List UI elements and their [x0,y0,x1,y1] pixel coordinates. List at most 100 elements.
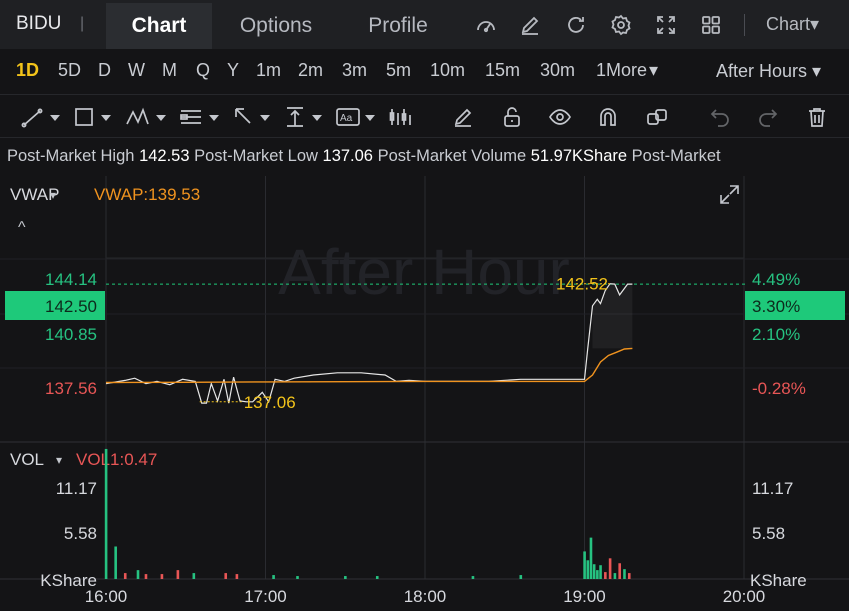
interval-y[interactable]: Y [227,60,239,81]
volume-bar [608,558,612,579]
redo-icon[interactable] [756,105,780,129]
top-tab-bar: BIDU | Chart Options Profile Chart▾ [0,0,849,49]
vol-tick-right: 5.58 [752,524,785,543]
volume-bar [599,565,602,579]
vol-tick-right: 11.17 [752,479,793,498]
tab-profile[interactable]: Profile [348,3,448,49]
interval-m[interactable]: M [162,60,177,81]
expand-icon[interactable] [654,13,678,37]
post-market-low-label: Post-Market Low [194,147,318,165]
interval-30m[interactable]: 30m [540,60,575,81]
volume-bar [583,551,586,579]
post-market-low-value: 137.06 [322,147,373,165]
post-market-high-value: 142.53 [139,147,190,165]
time-tick-label: 20:00 [723,587,766,606]
time-tick-label: 18:00 [404,587,447,606]
time-tick-label: 16:00 [85,587,128,606]
pct-tick-right: 4.49% [752,270,800,289]
post-market-tail-label: Post-Market [631,147,721,165]
grid-icon[interactable] [699,13,723,37]
price-tick-left: 144.14 [45,270,97,289]
high-annotation: 142.52 [556,275,608,294]
time-tick-label: 19:00 [563,587,606,606]
fib-tool-icon[interactable] [178,105,224,129]
volume-bar [613,573,617,579]
pen-icon[interactable] [451,105,475,129]
gear-icon[interactable] [609,13,633,37]
volume-bar [596,570,599,579]
current-price-tag: 142.50 [45,297,97,316]
watermark: After Hour [278,236,570,308]
volume-bar [519,575,523,579]
eye-icon[interactable] [548,105,572,129]
chart-area[interactable]: After Hour VWAP ▾ VWAP:139.53 ^ VOL ▾ VO… [0,176,849,611]
line-tool-icon[interactable] [20,105,64,129]
volume-bar [224,573,228,579]
speedometer-icon[interactable] [474,13,498,37]
volume-bar [589,537,593,579]
text-tool-icon[interactable]: Aa [335,105,381,129]
vol-tick-left: 5.58 [64,524,97,543]
rectangle-tool-icon[interactable] [72,105,116,129]
tab-chart[interactable]: Chart [106,3,212,49]
volume-bar [104,448,108,579]
undo-icon[interactable] [708,105,732,129]
pencil-icon[interactable] [518,13,542,37]
toolbar-divider [744,14,745,36]
interval-more[interactable]: 1More ▾ [596,60,658,81]
volume-bar [592,564,596,579]
volume-bar [176,570,180,579]
price-tick-left: 137.56 [45,379,97,398]
trash-icon[interactable] [805,105,829,129]
interval-d[interactable]: D [98,60,111,81]
volume-bar [272,575,275,579]
interval-bar: 1D 5D D W M Q Y 1m 2m 3m 5m 10m 15m 30m … [0,49,849,94]
interval-3m[interactable]: 3m [342,60,367,81]
tab-options[interactable]: Options [220,3,332,49]
chevron-down-icon: ▾ [649,60,659,80]
time-tick-label: 17:00 [244,587,287,606]
interval-15m[interactable]: 15m [485,60,520,81]
price-volume-chart[interactable]: After Hour VWAP ▾ VWAP:139.53 ^ VOL ▾ VO… [0,176,849,611]
ticker-separator: | [80,15,85,32]
chart-type-dropdown[interactable]: Chart▾ [766,14,819,35]
interval-10m[interactable]: 10m [430,60,465,81]
volume-bar [604,572,607,579]
current-pct-tag: 3.30% [752,297,800,316]
pattern-tool-icon[interactable] [124,105,172,129]
interval-2m[interactable]: 2m [298,60,323,81]
volume-bar [296,576,299,579]
interval-5d[interactable]: 5D [58,60,81,81]
interval-more-label: 1More [596,60,648,80]
interval-q[interactable]: Q [196,60,210,81]
magnet-icon[interactable] [596,105,620,129]
indicator-tool-icon[interactable] [388,105,414,129]
refresh-icon[interactable] [564,13,588,37]
volume-bar [235,574,239,579]
price-tick-left: 140.85 [45,325,97,344]
volume-bar [586,560,590,579]
volume-bar [114,546,117,579]
interval-1m[interactable]: 1m [256,60,281,81]
volume-bar [136,570,140,579]
vwap-indicator-caret[interactable]: ▾ [50,188,56,202]
interval-5m[interactable]: 5m [386,60,411,81]
post-market-volume-value: 51.97KShare [530,147,628,165]
measure-tool-icon[interactable] [284,105,328,129]
collapse-icon[interactable]: ^ [18,219,26,236]
volume-bar [618,563,621,579]
post-market-volume-label: Post-Market Volume [377,147,527,165]
ticker-symbol[interactable]: BIDU [16,13,61,35]
interval-1d[interactable]: 1D [16,60,39,81]
session-dropdown[interactable]: After Hours ▾ [716,61,821,82]
vol-indicator-name[interactable]: VOL [10,450,44,469]
unlock-icon[interactable] [500,105,524,129]
volume-bar [123,573,127,579]
svg-text:Aa: Aa [340,113,353,124]
duplicate-icon[interactable] [645,105,669,129]
arrow-tool-icon[interactable] [232,105,276,129]
vol-tick-left: 11.17 [56,479,97,498]
vol-indicator-caret[interactable]: ▾ [56,453,62,467]
volume-bar [627,573,631,579]
interval-w[interactable]: W [128,60,145,81]
